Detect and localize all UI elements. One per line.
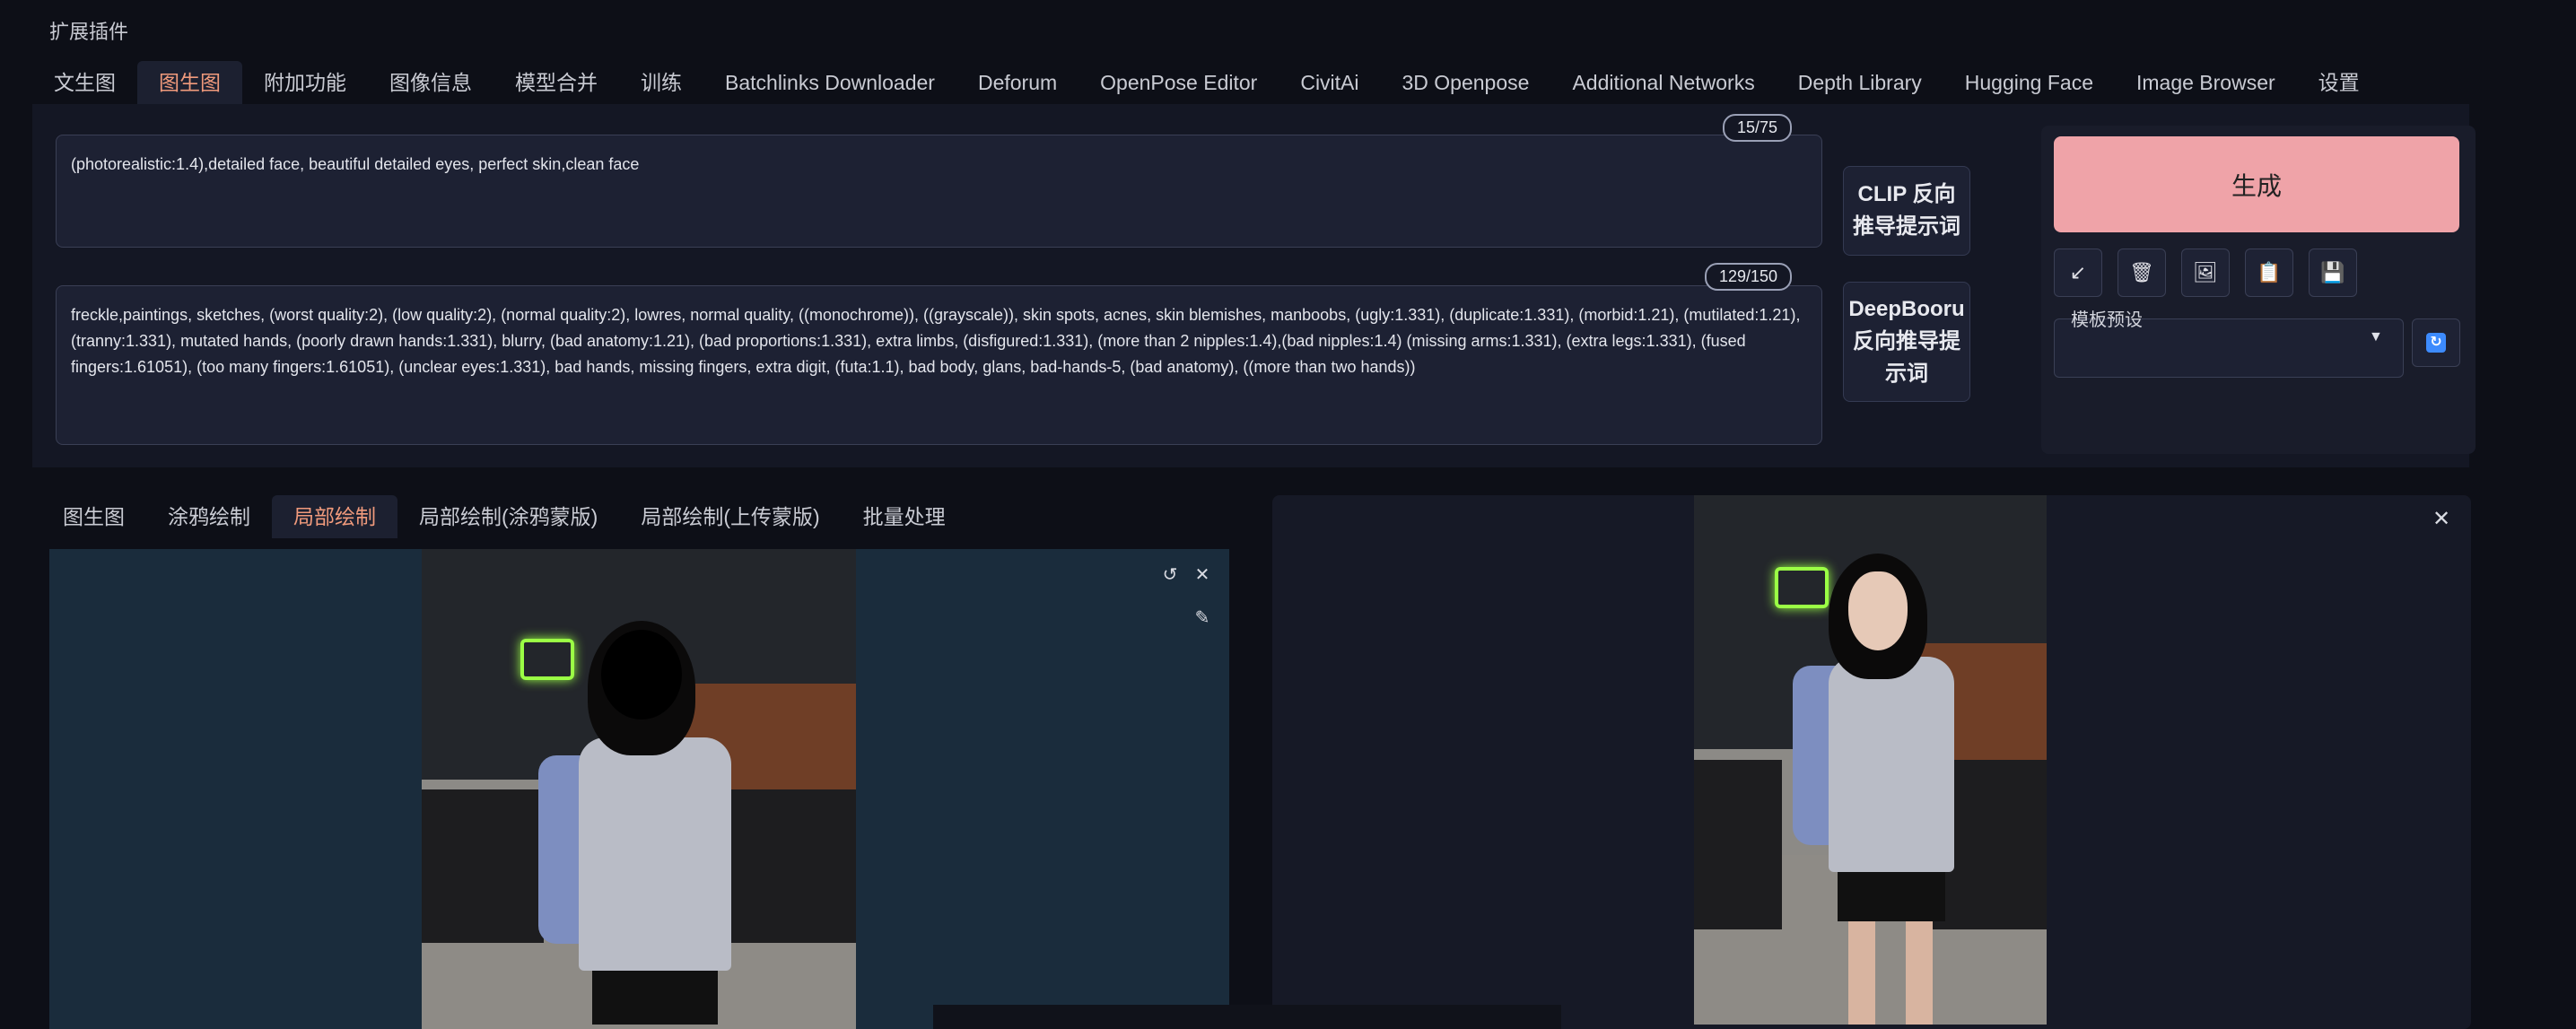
positive-prompt-input[interactable]: (photorealistic:1.4),detailed face, beau…	[56, 135, 1822, 248]
save-icon: 💾	[2320, 261, 2345, 283]
clip-interrogate-button[interactable]: CLIP 反向推导提示词	[1843, 166, 1970, 256]
sub-tab-2[interactable]: 局部绘制	[272, 495, 397, 538]
deepbooru-interrogate-button[interactable]: DeepBooru 反向推导提示词	[1843, 282, 1970, 402]
close-icon[interactable]: ✕	[1189, 562, 1216, 589]
brush-icon[interactable]: ✎	[1189, 605, 1216, 632]
generate-button[interactable]: 生成	[2054, 136, 2459, 232]
sub-tab-0[interactable]: 图生图	[41, 495, 146, 538]
refresh-button[interactable]: ↻	[2412, 318, 2460, 367]
positive-token-counter: 15/75	[1723, 114, 1793, 142]
clipboard-icon-button[interactable]: 📋	[2245, 249, 2293, 297]
style-preset-label: 模板预设	[2071, 310, 2143, 330]
sub-tab-3[interactable]: 局部绘制(涂鸦蒙版)	[397, 495, 619, 538]
image-icon-button[interactable]: 🖼	[2181, 249, 2230, 297]
trash-icon: 🗑	[2129, 261, 2154, 283]
image-icon: 🖼	[2193, 261, 2218, 283]
main-tab-11[interactable]: Additional Networks	[1550, 61, 1776, 104]
sub-tab-bar: 图生图 涂鸦绘制 局部绘制 局部绘制(涂鸦蒙版) 局部绘制(上传蒙版) 批量处理	[41, 495, 967, 538]
trash-icon-button[interactable]: 🗑	[2118, 249, 2166, 297]
sub-tab-1[interactable]: 涂鸦绘制	[146, 495, 272, 538]
chevron-down-icon: ▼	[2369, 329, 2383, 344]
undo-icon[interactable]: ↺	[1157, 562, 1183, 589]
main-tab-5[interactable]: 训练	[619, 61, 703, 104]
main-tab-1[interactable]: 图生图	[137, 61, 242, 104]
main-tab-bar: 文生图 图生图 附加功能 图像信息 模型合并 训练 Batchlinks Downloade…	[32, 61, 2381, 104]
main-tab-10[interactable]: 3D Openpose	[1381, 61, 1551, 104]
main-tab-15[interactable]: 设置	[2297, 61, 2381, 104]
main-tab-13[interactable]: Hugging Face	[1943, 61, 2115, 104]
main-tab-3[interactable]: 图像信息	[368, 61, 493, 104]
sub-tab-5[interactable]: 批量处理	[842, 495, 967, 538]
negative-prompt-input[interactable]: freckle,paintings, sketches, (worst qual…	[56, 285, 1822, 445]
negative-token-counter: 129/150	[1705, 263, 1793, 291]
main-tab-7[interactable]: Deforum	[956, 61, 1078, 104]
arrow-icon: ↙	[2069, 261, 2087, 283]
main-tab-8[interactable]: OpenPose Editor	[1078, 61, 1279, 104]
arrow-icon-button[interactable]: ↙	[2054, 249, 2102, 297]
video-subtitle-band	[933, 1005, 1561, 1029]
source-image	[422, 549, 856, 1029]
main-tab-9[interactable]: CivitAi	[1279, 61, 1380, 104]
sub-tab-4[interactable]: 局部绘制(上传蒙版)	[619, 495, 841, 538]
output-close-icon[interactable]: ✕	[2432, 506, 2450, 532]
section-title: 扩展插件	[49, 21, 129, 43]
save-icon-button[interactable]: 💾	[2309, 249, 2357, 297]
refresh-icon: ↻	[2426, 333, 2446, 353]
main-tab-2[interactable]: 附加功能	[242, 61, 368, 104]
output-image[interactable]	[1694, 495, 2047, 1025]
main-tab-6[interactable]: Batchlinks Downloader	[703, 61, 956, 104]
main-tab-14[interactable]: Image Browser	[2115, 61, 2297, 104]
main-tab-12[interactable]: Depth Library	[1777, 61, 1943, 104]
clipboard-icon: 📋	[2257, 261, 2282, 283]
main-tab-4[interactable]: 模型合并	[493, 61, 619, 104]
main-tab-0[interactable]: 文生图	[32, 61, 137, 104]
